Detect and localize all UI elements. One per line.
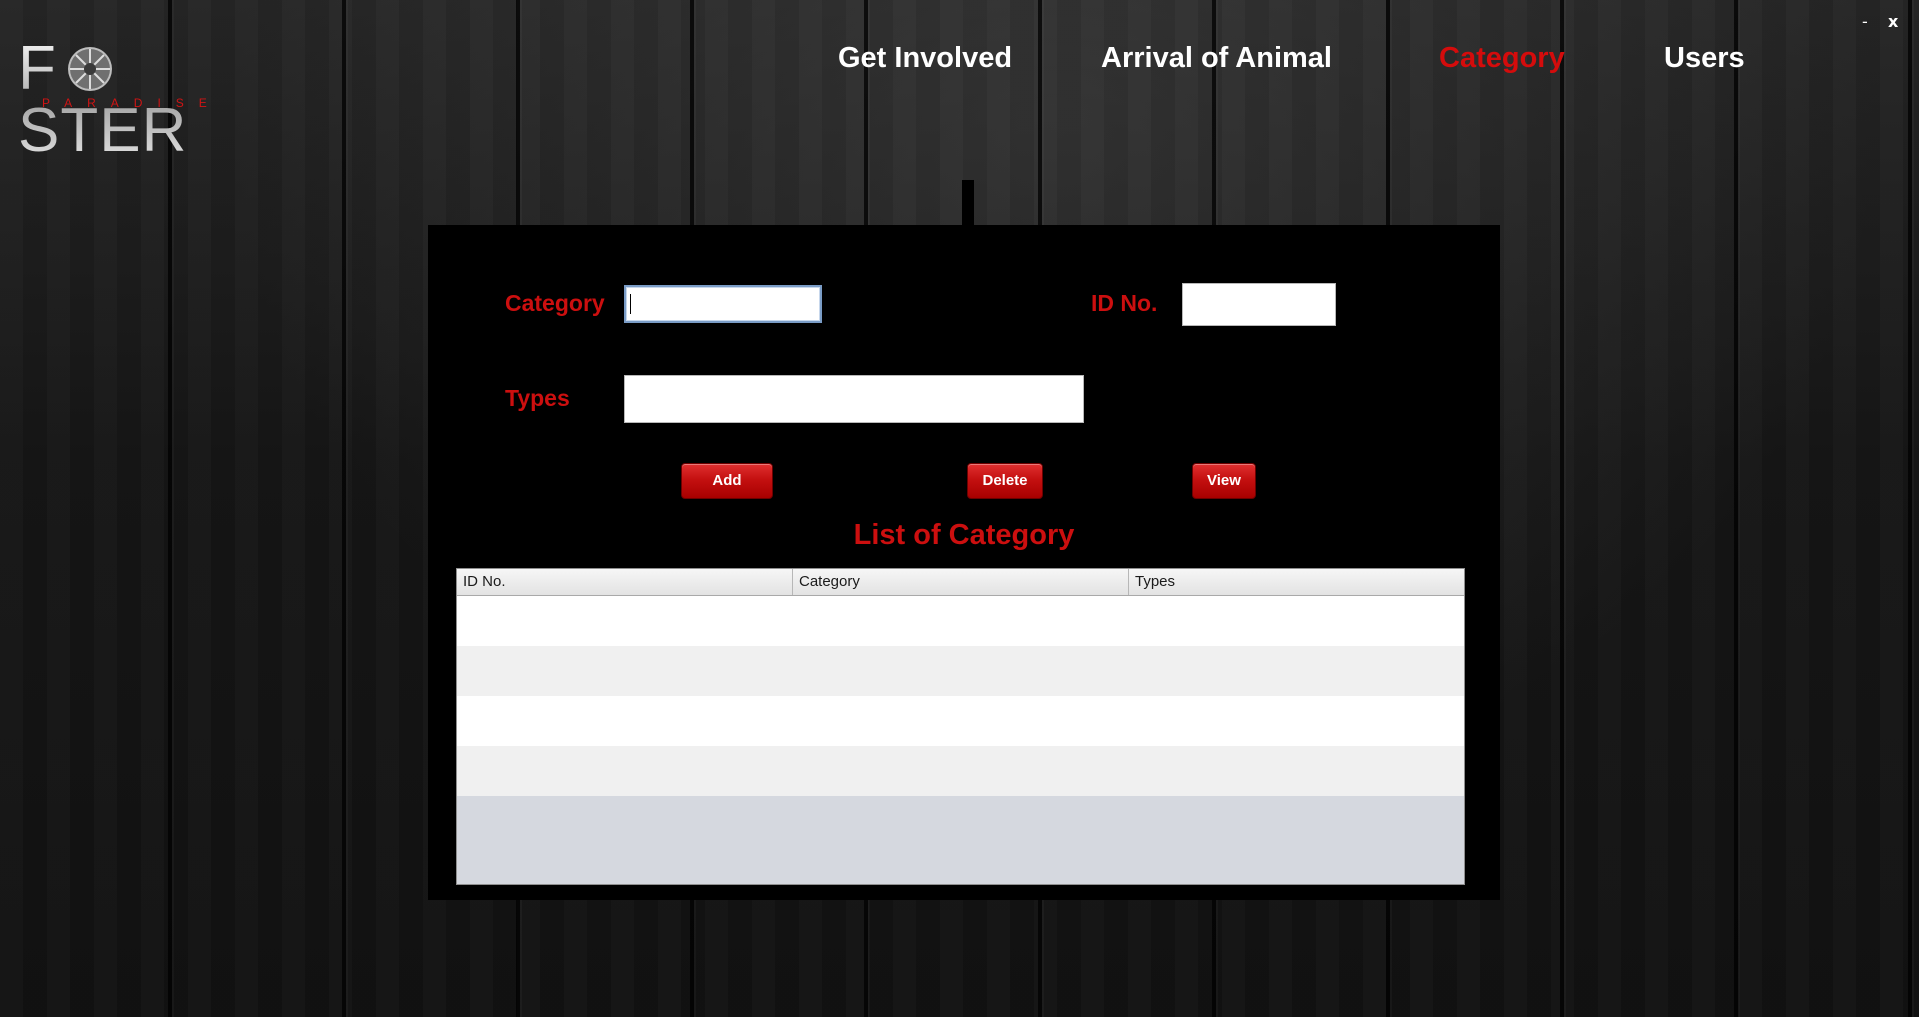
types-input[interactable] bbox=[624, 375, 1084, 423]
nav-category[interactable]: Category bbox=[1439, 42, 1565, 75]
column-header-category[interactable]: Category bbox=[793, 569, 1129, 595]
table-header: ID No. Category Types bbox=[457, 569, 1464, 596]
category-input[interactable] bbox=[624, 285, 822, 323]
text-cursor bbox=[630, 294, 631, 314]
category-panel: Category ID No. Types Add Delete View Li… bbox=[428, 225, 1500, 900]
id-no-label: ID No. bbox=[1091, 290, 1158, 316]
table-row[interactable] bbox=[457, 746, 1464, 796]
main-navigation: Get Involved Arrival of Animal Category … bbox=[0, 42, 1919, 82]
nav-get-involved[interactable]: Get Involved bbox=[838, 42, 1012, 75]
view-button[interactable]: View bbox=[1192, 463, 1256, 499]
types-label: Types bbox=[505, 385, 570, 411]
table-row[interactable] bbox=[457, 696, 1464, 746]
delete-button[interactable]: Delete bbox=[967, 463, 1043, 499]
list-title: List of Category bbox=[853, 519, 1075, 551]
id-no-input[interactable] bbox=[1182, 283, 1336, 326]
column-header-types[interactable]: Types bbox=[1129, 569, 1464, 595]
nav-arrival-of-animal[interactable]: Arrival of Animal bbox=[1101, 42, 1332, 75]
minimize-button[interactable]: - bbox=[1862, 12, 1868, 32]
add-button[interactable]: Add bbox=[681, 463, 773, 499]
table-row[interactable] bbox=[457, 646, 1464, 696]
logo-tagline: PARADISE bbox=[42, 96, 222, 110]
nav-users[interactable]: Users bbox=[1664, 42, 1745, 75]
category-label: Category bbox=[505, 290, 605, 316]
column-header-id-no[interactable]: ID No. bbox=[457, 569, 793, 595]
table-row[interactable] bbox=[457, 596, 1464, 646]
close-button[interactable]: x bbox=[1888, 12, 1898, 32]
panel-hanger bbox=[962, 180, 974, 225]
category-table[interactable]: ID No. Category Types bbox=[456, 568, 1465, 885]
